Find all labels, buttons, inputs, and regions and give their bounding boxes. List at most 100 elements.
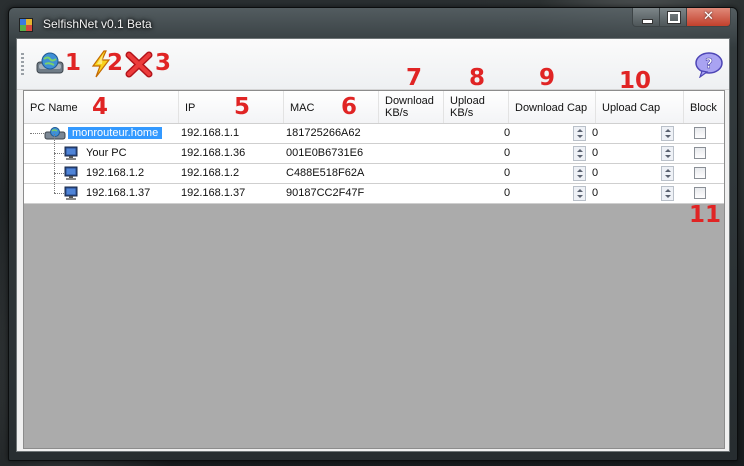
column-header-upload-kbs[interactable]: Upload KB/s 8 — [444, 67, 509, 123]
annotation-number-2: 2 — [107, 50, 124, 76]
ip-cell: 192.168.1.2 — [181, 167, 240, 179]
upload-cap-stepper[interactable]: 0 — [590, 184, 676, 203]
block-checkbox[interactable] — [694, 127, 706, 139]
stepper-value: 0 — [504, 167, 511, 179]
annotation-number-9: 9 — [539, 65, 556, 91]
help-button[interactable]: ? — [694, 50, 724, 79]
title-bar[interactable]: SelfishNet v0.1 Beta ✕ — [9, 8, 737, 38]
close-button[interactable]: ✕ — [687, 8, 731, 27]
app-window: SelfishNet v0.1 Beta ✕ 1 2 3 ? PC Name 4… — [8, 7, 738, 461]
computer-icon — [64, 166, 78, 180]
block-checkbox[interactable] — [694, 147, 706, 159]
stop-button[interactable] — [124, 50, 154, 78]
minimize-icon — [642, 19, 653, 24]
column-label: PC Name — [30, 102, 78, 114]
maximize-icon — [667, 11, 681, 24]
table-row[interactable]: monrouteur.home 192.168.1.1 181725266A62… — [24, 124, 724, 144]
pc-name-cell[interactable]: monrouteur.home — [68, 124, 180, 143]
annotation-number-1: 1 — [65, 50, 82, 76]
table-row[interactable]: Your PC 192.168.1.36 001E0B6731E6 0 0 — [24, 134, 724, 164]
help-question-icon: ? — [695, 52, 723, 79]
grid-header: PC Name 4 IP 5 MAC 6 Download KB/s 7 Upl… — [24, 67, 724, 124]
grid-rows: monrouteur.home 192.168.1.1 181725266A62… — [24, 124, 724, 204]
window-title: SelfishNet v0.1 Beta — [43, 17, 152, 31]
scan-network-button[interactable] — [35, 50, 65, 78]
ip-cell: 192.168.1.37 — [181, 187, 246, 199]
red-x-icon — [125, 51, 153, 78]
mac-cell: 001E0B6731E6 — [286, 147, 364, 159]
stepper-value: 0 — [592, 167, 599, 179]
column-header-download-kbs[interactable]: Download KB/s 7 — [379, 67, 444, 123]
column-label: MAC — [290, 102, 315, 114]
column-header-pc-name[interactable]: PC Name 4 — [24, 91, 179, 123]
mac-cell: C488E518F62A — [286, 167, 365, 179]
toolbar-grip-icon[interactable] — [21, 53, 24, 75]
window-controls: ✕ — [632, 8, 731, 28]
column-label: Block — [690, 102, 717, 114]
annotation-number-6: 6 — [341, 94, 358, 120]
spinner-arrows-icon[interactable] — [573, 186, 586, 201]
table-row[interactable]: 192.168.1.2 192.168.1.2 C488E518F62A 0 0 — [24, 154, 724, 184]
maximize-button[interactable] — [660, 8, 687, 27]
column-label: Upload KB/s — [450, 95, 485, 119]
annotation-number-11: 11 — [689, 202, 722, 228]
upload-cap-stepper[interactable]: 0 — [590, 164, 676, 183]
column-label: Upload Cap — [602, 102, 661, 114]
upload-cap-stepper[interactable]: 0 — [590, 144, 676, 163]
annotation-number-8: 8 — [469, 65, 486, 91]
spinner-arrows-icon[interactable] — [573, 166, 586, 181]
stepper-value: 0 — [504, 147, 511, 159]
spinner-arrows-icon[interactable] — [661, 166, 674, 181]
annotation-number-3: 3 — [155, 50, 172, 76]
ip-cell: 192.168.1.36 — [181, 147, 246, 159]
spinner-arrows-icon[interactable] — [661, 146, 674, 161]
close-icon: ✕ — [703, 9, 714, 24]
mac-cell: 181725266A62 — [286, 127, 361, 139]
column-header-mac[interactable]: MAC 6 — [284, 91, 379, 123]
column-label: Download Cap — [515, 102, 588, 114]
spinner-arrows-icon[interactable] — [661, 186, 674, 201]
column-label: Download KB/s — [385, 95, 434, 119]
annotation-number-10: 10 — [619, 68, 652, 94]
download-cap-stepper[interactable]: 0 — [502, 164, 588, 183]
column-header-block[interactable]: Block — [684, 91, 724, 123]
table-row[interactable]: 192.168.1.37 192.168.1.37 90187CC2F47F 0… — [24, 174, 724, 204]
tree-connector — [54, 154, 55, 173]
block-checkbox[interactable] — [694, 167, 706, 179]
download-cap-stepper[interactable]: 0 — [502, 184, 588, 203]
stepper-value: 0 — [592, 147, 599, 159]
download-cap-stepper[interactable]: 0 — [502, 144, 588, 163]
pc-name-cell[interactable]: 192.168.1.2 — [86, 164, 144, 183]
annotation-number-5: 5 — [234, 94, 251, 120]
stepper-value: 0 — [592, 127, 599, 139]
device-grid[interactable]: PC Name 4 IP 5 MAC 6 Download KB/s 7 Upl… — [23, 67, 725, 449]
minimize-button[interactable] — [632, 8, 660, 27]
tree-connector — [54, 134, 55, 153]
svg-text:?: ? — [705, 57, 713, 72]
network-globe-icon — [36, 52, 64, 74]
spinner-arrows-icon[interactable] — [661, 126, 674, 141]
block-checkbox[interactable] — [694, 187, 706, 199]
computer-icon — [64, 186, 78, 200]
client-area: 1 2 3 ? PC Name 4 IP 5 MAC 6 Download KB… — [16, 38, 730, 452]
tree-connector — [54, 174, 55, 193]
pc-name-text: monrouteur.home — [68, 127, 163, 139]
column-header-upload-cap[interactable]: Upload Cap 10 — [596, 70, 684, 123]
pc-name-cell[interactable]: 192.168.1.37 — [86, 184, 150, 203]
router-icon — [44, 127, 66, 140]
column-label: IP — [185, 102, 196, 114]
mac-cell: 90187CC2F47F — [286, 187, 365, 199]
computer-icon — [64, 146, 78, 160]
spinner-arrows-icon[interactable] — [573, 126, 586, 141]
pc-name-cell[interactable]: Your PC — [86, 144, 127, 163]
spinner-arrows-icon[interactable] — [573, 146, 586, 161]
column-header-download-cap[interactable]: Download Cap 9 — [509, 67, 596, 123]
ip-cell: 192.168.1.1 — [181, 127, 240, 139]
annotation-number-4: 4 — [92, 94, 109, 120]
app-icon — [19, 18, 33, 32]
upload-cap-stepper[interactable]: 0 — [590, 124, 676, 143]
stepper-value: 0 — [592, 187, 599, 199]
download-cap-stepper[interactable]: 0 — [502, 124, 588, 143]
column-header-ip[interactable]: IP 5 — [179, 91, 284, 123]
stepper-value: 0 — [504, 127, 511, 139]
